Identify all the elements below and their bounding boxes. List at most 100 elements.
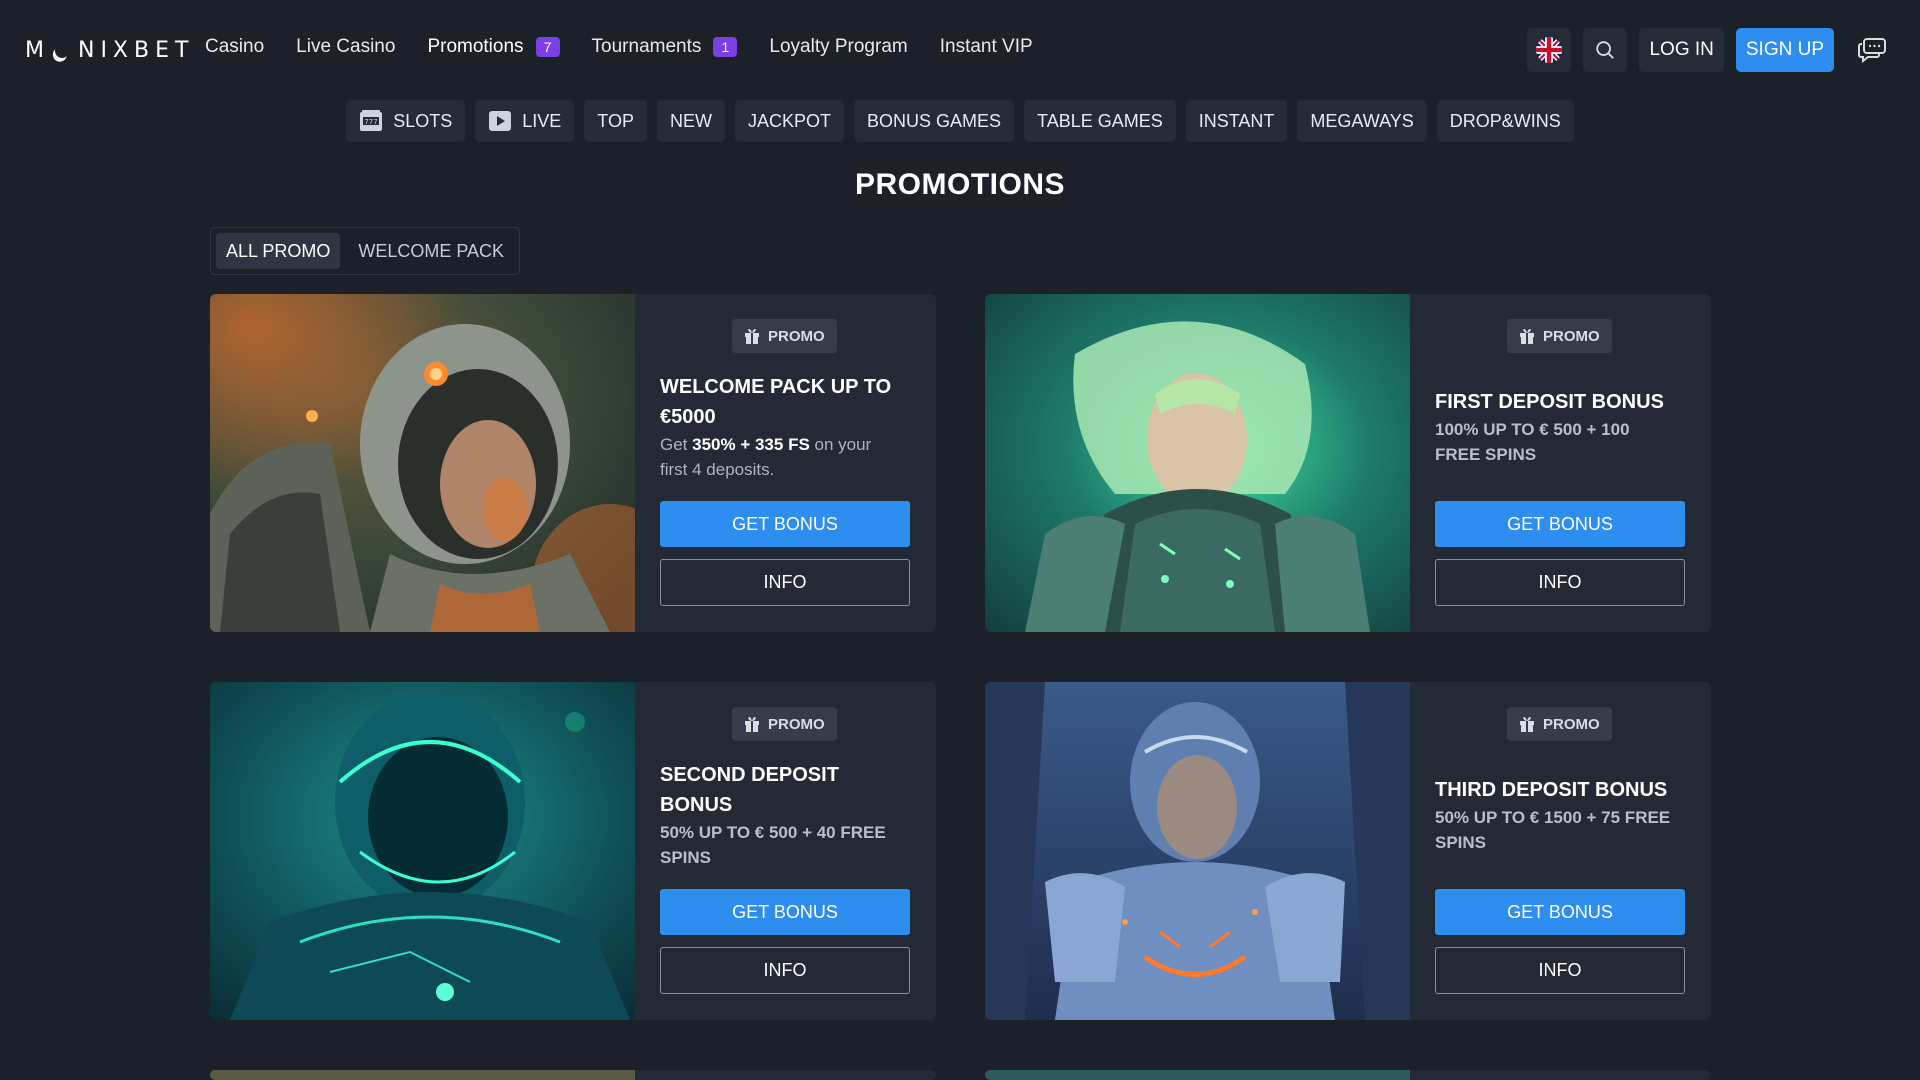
astronaut-illustration — [210, 294, 635, 632]
promo-description-line: 50% UP TO € 1500 + 75 FREE — [1435, 808, 1671, 827]
logo-text-end: NIXBET — [77, 38, 195, 63]
promo-tag-label: PROMO — [1543, 715, 1600, 733]
promo-description-line: Get 350% + 335 FS on your — [660, 432, 910, 457]
category-slots-label: SLOTS — [393, 110, 453, 131]
gift-icon — [745, 329, 759, 344]
category-live-label: LIVE — [522, 110, 562, 131]
promo-description-line: SPINS — [660, 848, 712, 867]
promo-tag: PROMO — [1507, 319, 1612, 353]
category-slots[interactable]: 777 SLOTS — [346, 100, 466, 142]
promo-desc-highlight: 350% + 335 FS — [692, 435, 810, 454]
category-megaways[interactable]: MEGAWAYS — [1297, 100, 1427, 142]
get-bonus-button[interactable]: GET BONUS — [1435, 501, 1685, 547]
promo-description-line: FREE SPINS — [1435, 445, 1537, 464]
category-drop-and-wins-label: DROP&WINS — [1449, 110, 1561, 131]
nav-casino-label: Casino — [205, 36, 265, 57]
category-table-games-label: TABLE GAMES — [1037, 110, 1163, 131]
promo-card-body: PROMO THIRD DEPOSIT BONUS 50% UP TO € 15… — [1435, 682, 1685, 1020]
promo-card-text: FIRST DEPOSIT BONUS 100% UP TO € 500 + 1… — [1435, 387, 1685, 467]
nav-loyalty-program[interactable]: Loyalty Program — [769, 36, 907, 58]
info-button[interactable]: INFO — [1435, 947, 1685, 994]
promo-tag: PROMO — [1507, 707, 1612, 741]
promo-card: PROMO FIRST DEPOSIT BONUS 100% UP TO € 5… — [985, 294, 1711, 632]
category-instant[interactable]: INSTANT — [1185, 100, 1288, 142]
tab-all-promo[interactable]: ALL PROMO — [216, 233, 341, 269]
gift-icon — [1520, 717, 1534, 732]
promo-title-line: €5000 — [660, 406, 716, 428]
language-button[interactable] — [1527, 28, 1572, 72]
tournaments-count-badge: 1 — [713, 37, 738, 57]
promo-card-image — [985, 682, 1410, 1020]
promo-card-image — [985, 294, 1410, 632]
nav-promotions-label: Promotions — [427, 36, 524, 57]
nav-promotions[interactable]: Promotions 7 — [427, 36, 560, 58]
category-bonus-games[interactable]: BONUS GAMES — [854, 100, 1015, 142]
search-icon — [1596, 41, 1615, 59]
promo-title-line: SECOND DEPOSIT — [660, 764, 839, 786]
promo-description-line: 100% UP TO € 500 + 100 — [1435, 420, 1630, 439]
chat-icon — [1858, 38, 1886, 63]
promo-desc-text: Get — [660, 435, 693, 454]
site-header: M NIXBET Casino Live Casino Promotions 7… — [0, 0, 1920, 100]
info-button[interactable]: INFO — [660, 947, 910, 994]
promo-title: SECOND DEPOSIT BONUS — [660, 760, 910, 820]
nav-live-casino[interactable]: Live Casino — [296, 36, 395, 58]
promo-card-text: WELCOME PACK UP TO €5000 Get 350% + 335 … — [660, 372, 910, 482]
category-jackpot[interactable]: JACKPOT — [734, 100, 844, 142]
search-button[interactable] — [1583, 28, 1628, 72]
nav-casino[interactable]: Casino — [205, 36, 264, 58]
tab-welcome-pack[interactable]: WELCOME PACK — [348, 233, 514, 269]
nav-instant-vip[interactable]: Instant VIP — [940, 36, 1033, 58]
promo-title-line: WELCOME PACK UP TO — [660, 376, 892, 398]
promo-tag: PROMO — [732, 707, 837, 741]
promo-card: PROMO WELCOME PACK UP TO €5000 Get 350% … — [210, 294, 936, 632]
promo-card: PROMO THIRD DEPOSIT BONUS 50% UP TO € 15… — [985, 682, 1711, 1020]
signup-button[interactable]: SIGN UP — [1735, 28, 1834, 72]
promo-title: FIRST DEPOSIT BONUS — [1435, 387, 1685, 417]
slot-machine-icon: 777 — [360, 110, 383, 131]
category-new[interactable]: NEW — [656, 100, 725, 142]
neon-helmet-illustration — [210, 682, 635, 1020]
page-title: PROMOTIONS — [854, 168, 1065, 201]
promo-card-text: SECOND DEPOSIT BONUS 50% UP TO € 500 + 4… — [660, 760, 910, 870]
main-nav: Casino Live Casino Promotions 7 Tourname… — [205, 36, 1033, 58]
category-top-label: TOP — [597, 110, 634, 131]
promo-card-body: PROMO SECOND DEPOSIT BONUS 50% UP TO € 5… — [660, 682, 910, 1020]
category-top[interactable]: TOP — [584, 100, 647, 142]
nav-tournaments-label: Tournaments — [591, 36, 702, 57]
promo-title-line: THIRD DEPOSIT BONUS — [1435, 779, 1668, 801]
get-bonus-button[interactable]: GET BONUS — [1435, 889, 1685, 935]
info-button[interactable]: INFO — [660, 559, 910, 606]
promo-title-line: BONUS — [660, 794, 733, 816]
promo-tag-label: PROMO — [1543, 327, 1600, 345]
nav-instant-vip-label: Instant VIP — [939, 36, 1033, 57]
logo-moon-icon — [53, 42, 70, 59]
game-category-bar: 777 SLOTS LIVE TOP NEW JACKPOT BONUS GAM… — [0, 100, 1920, 142]
category-drop-and-wins[interactable]: DROP&WINS — [1436, 100, 1574, 142]
get-bonus-button[interactable]: GET BONUS — [660, 889, 910, 935]
promo-card-image — [210, 682, 635, 1020]
nav-loyalty-program-label: Loyalty Program — [769, 36, 908, 57]
chat-button[interactable] — [1852, 28, 1892, 72]
category-table-games[interactable]: TABLE GAMES — [1024, 100, 1176, 142]
info-button[interactable]: INFO — [1435, 559, 1685, 606]
login-button[interactable]: LOG IN — [1639, 28, 1724, 72]
play-icon — [489, 111, 512, 131]
gift-icon — [1520, 329, 1534, 344]
promo-card-partial — [210, 1070, 936, 1080]
promo-description: 50% UP TO € 1500 + 75 FREE SPINS — [1435, 805, 1685, 855]
promo-description-line: 50% UP TO € 500 + 40 FREE — [660, 823, 886, 842]
nav-tournaments[interactable]: Tournaments 1 — [592, 36, 738, 58]
promo-title: WELCOME PACK UP TO €5000 — [660, 372, 910, 432]
promo-card-body: PROMO WELCOME PACK UP TO €5000 Get 350% … — [660, 294, 910, 632]
green-warrior-illustration — [985, 294, 1410, 632]
category-live[interactable]: LIVE — [475, 100, 575, 142]
nav-live-casino-label: Live Casino — [296, 36, 396, 57]
category-new-label: NEW — [669, 110, 712, 131]
category-megaways-label: MEGAWAYS — [1310, 110, 1414, 131]
promo-card-partial — [985, 1070, 1711, 1080]
site-logo[interactable]: M NIXBET — [25, 38, 194, 63]
promo-card-image — [210, 1070, 635, 1080]
promo-tag-label: PROMO — [768, 327, 825, 345]
get-bonus-button[interactable]: GET BONUS — [660, 501, 910, 547]
